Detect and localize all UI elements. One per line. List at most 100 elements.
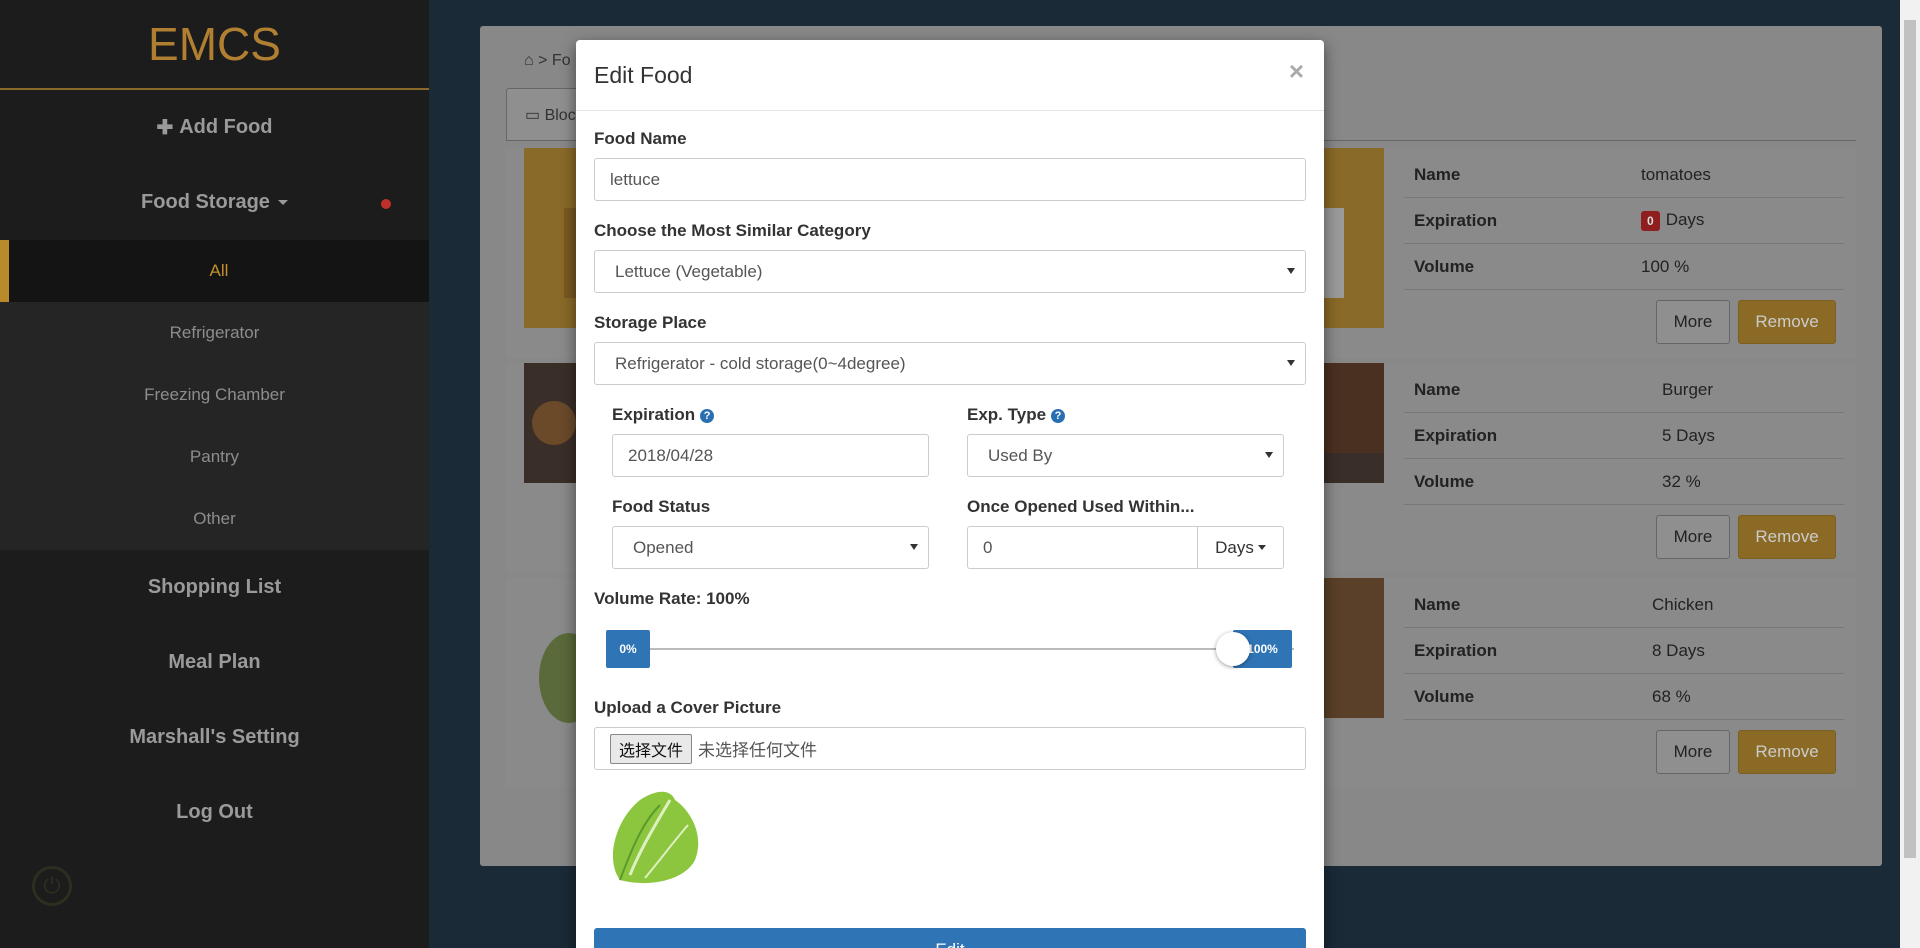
tab-block-label: Bloc xyxy=(544,107,576,124)
sub-item-other[interactable]: Other xyxy=(0,488,429,550)
expiration-value: 0 Days xyxy=(1641,210,1704,231)
shopping-list-link[interactable]: Shopping List xyxy=(0,550,429,625)
scrollbar[interactable] xyxy=(1900,0,1920,948)
dropdown-arrow-icon xyxy=(1287,360,1295,366)
breadcrumb: ⌂ > Fo xyxy=(524,52,571,70)
remove-button[interactable]: Remove xyxy=(1738,300,1836,344)
notification-dot xyxy=(381,199,391,209)
caret-down-icon xyxy=(277,200,288,205)
expiration-unit: Days xyxy=(1665,210,1705,229)
file-upload-input[interactable]: 选择文件 未选择任何文件 xyxy=(594,727,1306,770)
expiration-field-label: Expiration? xyxy=(612,405,929,425)
more-button[interactable]: More xyxy=(1656,730,1730,774)
home-icon[interactable]: ⌂ xyxy=(524,52,534,69)
upload-label: Upload a Cover Picture xyxy=(594,698,782,717)
name-value: tomatoes xyxy=(1641,164,1711,184)
modal-header: Edit Food × xyxy=(576,40,1324,111)
expiration-field-text: Expiration xyxy=(612,405,696,424)
exp-type-value: Used By xyxy=(988,445,1053,465)
help-icon[interactable]: ? xyxy=(1051,408,1066,423)
storage-select[interactable]: Refrigerator - cold storage(0~4degree) xyxy=(594,342,1306,385)
card-actions: More Remove xyxy=(1656,300,1836,344)
cover-preview-image xyxy=(612,791,699,884)
dropdown-arrow-icon xyxy=(1265,452,1273,458)
dropdown-arrow-icon xyxy=(1287,268,1295,274)
card-actions: More Remove xyxy=(1656,730,1836,774)
status-row: Food Status Opened Once Opened Used With… xyxy=(594,497,1306,589)
more-button[interactable]: More xyxy=(1656,515,1730,559)
scrollbar-thumb[interactable] xyxy=(1904,20,1916,858)
once-opened-unit-dropdown[interactable]: Days xyxy=(1198,526,1284,569)
storage-submenu: All Refrigerator Freezing Chamber Pantry… xyxy=(0,240,429,550)
volume-value: 100 % xyxy=(1641,256,1690,276)
food-info-table: Name Chicken Expiration 8 Days Volume 68 % xyxy=(1404,582,1844,720)
volume-label: Volume xyxy=(1414,471,1475,491)
choose-file-button[interactable]: 选择文件 xyxy=(610,733,693,764)
category-value: Lettuce (Vegetable) xyxy=(615,261,763,281)
expiration-date-input[interactable]: 2018/04/28 xyxy=(612,434,929,477)
close-icon[interactable]: × xyxy=(1289,56,1304,87)
edit-submit-button[interactable]: Edit xyxy=(594,928,1306,948)
expiration-badge: 0 xyxy=(1641,211,1660,231)
expiration-label: Expiration xyxy=(1414,425,1498,445)
setting-link[interactable]: Marshall's Setting xyxy=(0,700,429,775)
food-storage-label: Food Storage xyxy=(141,191,270,213)
food-info-table: Name tomatoes Expiration 0 Days Volume 100 % xyxy=(1404,152,1844,290)
remove-button[interactable]: Remove xyxy=(1738,730,1836,774)
sub-item-pantry[interactable]: Pantry xyxy=(0,426,429,488)
card-actions: More Remove xyxy=(1656,515,1836,559)
exp-type-text: Exp. Type xyxy=(967,405,1047,424)
exp-type-label: Exp. Type? xyxy=(967,405,1284,425)
sidebar: EMCS ✚ Add Food Food Storage All Refrige… xyxy=(0,0,429,948)
category-select[interactable]: Lettuce (Vegetable) xyxy=(594,250,1306,293)
volume-value: 32 % xyxy=(1662,471,1701,491)
name-label: Name xyxy=(1414,594,1461,614)
storage-label: Storage Place xyxy=(594,313,707,332)
more-button[interactable]: More xyxy=(1656,300,1730,344)
food-status-value: Opened xyxy=(633,537,694,557)
expiration-label: Expiration xyxy=(1414,640,1498,660)
food-name-input[interactable]: lettuce xyxy=(594,158,1306,201)
modal-body: Food Name lettuce Choose the Most Simila… xyxy=(576,111,1324,897)
volume-value: 68 % xyxy=(1652,686,1691,706)
volume-rate-label: Volume Rate: 100% xyxy=(594,589,750,608)
meal-plan-link[interactable]: Meal Plan xyxy=(0,625,429,700)
food-status-select[interactable]: Opened xyxy=(612,526,929,569)
edit-food-modal: Edit Food × Food Name lettuce Choose the… xyxy=(576,40,1324,948)
food-storage-toggle[interactable]: Food Storage xyxy=(0,165,429,240)
once-opened-label: Once Opened Used Within... xyxy=(967,497,1195,516)
plus-icon: ✚ xyxy=(156,117,174,139)
file-status-text: 未选择任何文件 xyxy=(698,741,818,760)
add-food-link[interactable]: ✚ Add Food xyxy=(0,90,429,165)
sub-item-freezing-chamber[interactable]: Freezing Chamber xyxy=(0,364,429,426)
power-icon[interactable]: ⏻ xyxy=(32,866,72,906)
help-icon[interactable]: ? xyxy=(700,408,715,423)
sub-item-refrigerator[interactable]: Refrigerator xyxy=(0,302,429,364)
name-label: Name xyxy=(1414,164,1461,184)
exp-type-select[interactable]: Used By xyxy=(967,434,1284,477)
expiration-row: Expiration? 2018/04/28 Exp. Type? Used B… xyxy=(594,405,1306,497)
volume-slider[interactable]: 0% 100% xyxy=(594,618,1306,678)
expiration-value: 5 Days xyxy=(1662,425,1715,445)
breadcrumb-text: > Fo xyxy=(538,52,571,69)
caret-down-icon xyxy=(1257,545,1266,550)
once-opened-group: 0 Days xyxy=(967,526,1284,569)
slider-track xyxy=(606,648,1294,650)
expiration-label: Expiration xyxy=(1414,210,1498,230)
dropdown-arrow-icon xyxy=(910,544,918,550)
modal-title: Edit Food xyxy=(594,62,693,88)
storage-value: Refrigerator - cold storage(0~4degree) xyxy=(615,353,906,373)
food-name-label: Food Name xyxy=(594,129,687,148)
logout-link[interactable]: Log Out xyxy=(0,775,429,850)
window-icon: ▭ xyxy=(525,107,541,124)
slider-handle[interactable] xyxy=(1216,632,1250,666)
name-value: Chicken xyxy=(1652,594,1714,614)
remove-button[interactable]: Remove xyxy=(1738,515,1836,559)
volume-label: Volume xyxy=(1414,256,1475,276)
once-opened-unit: Days xyxy=(1215,537,1254,557)
food-info-table: Name Burger Expiration 5 Days Volume 32 % xyxy=(1404,367,1844,505)
once-opened-input[interactable]: 0 xyxy=(967,526,1198,569)
sub-item-all[interactable]: All xyxy=(0,240,429,302)
brand-logo[interactable]: EMCS xyxy=(0,0,429,90)
food-status-label: Food Status xyxy=(612,497,711,516)
